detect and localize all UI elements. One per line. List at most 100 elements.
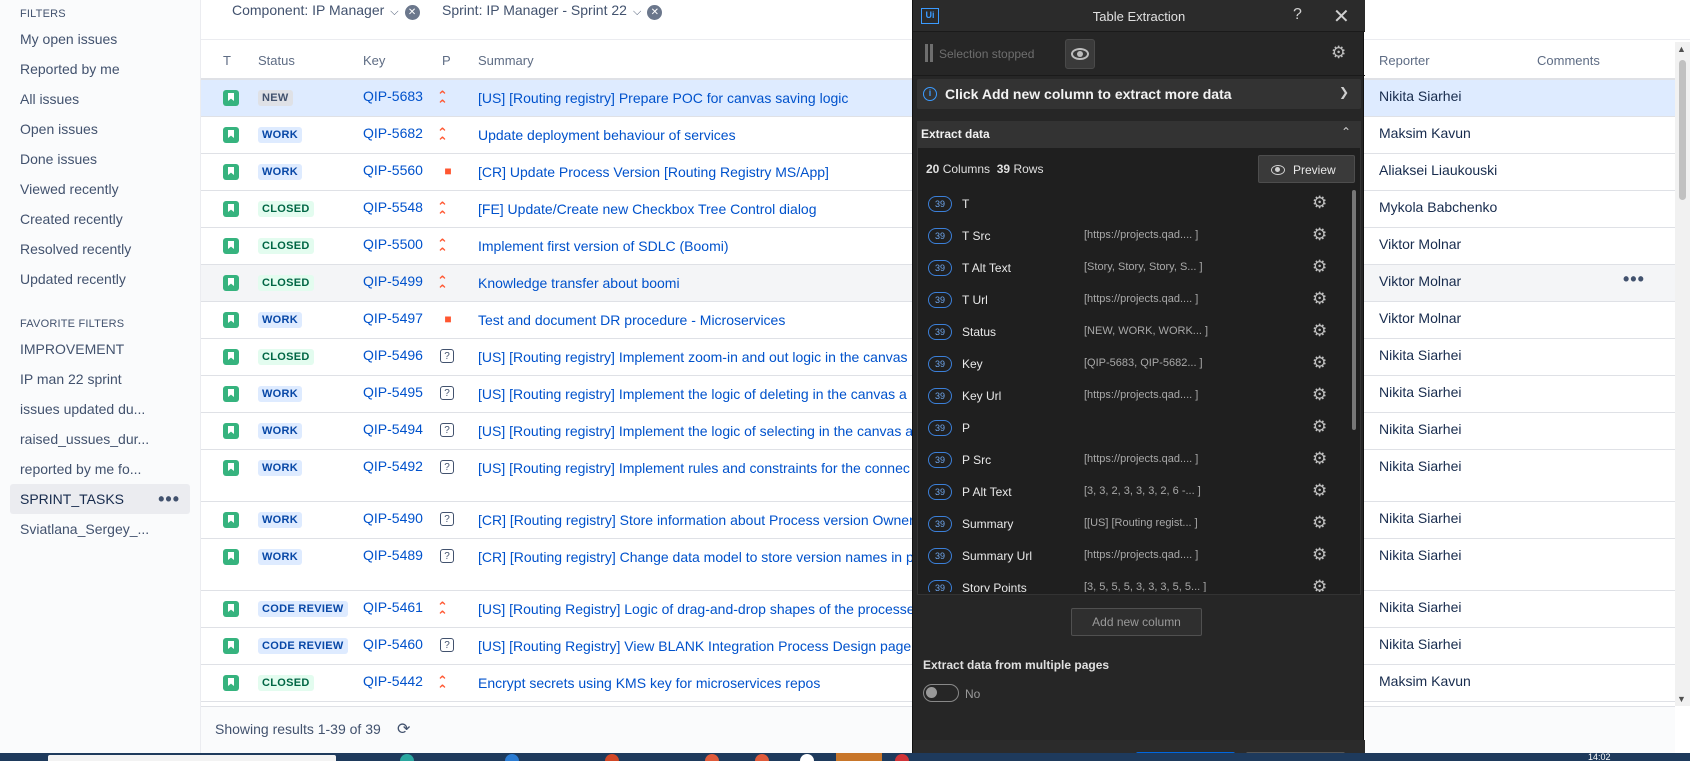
favorite-improvement[interactable]: IMPROVEMENT [10,334,190,364]
page-scrollbar[interactable]: ▲ ▼ [1675,42,1690,706]
issue-key-link[interactable]: QIP-5497 [363,310,423,326]
info-banner[interactable]: i Click Add new column to extract more d… [917,79,1361,109]
extracted-column-item[interactable]: 39 Summary Url [https://projects.qad.... ]… [918,540,1348,572]
column-header-key[interactable]: Key [363,53,385,68]
column-settings-gear-icon[interactable]: ⚙ [1312,449,1327,469]
favorite-sviatlana-sergey[interactable]: Sviatlana_Sergey_... [10,514,190,544]
extracted-column-item[interactable]: 39 P ⚙ [918,412,1348,444]
column-header-type[interactable]: T [223,53,231,68]
taskbar-search[interactable] [48,755,336,761]
add-new-column-button[interactable]: Add new column [1071,608,1202,636]
app-icon[interactable] [755,754,769,761]
columns-scrollbar-thumb[interactable] [1352,190,1356,430]
chevron-down-icon[interactable]: ❯ [1339,85,1349,99]
column-header-status[interactable]: Status [258,53,295,68]
issue-key-link[interactable]: QIP-5461 [363,599,423,615]
filter-reported-by-me[interactable]: Reported by me [10,54,190,84]
issue-key-link[interactable]: QIP-5683 [363,88,423,104]
extracted-column-item[interactable]: 39 T Alt Text [Story, Story, Story, S... ]… [918,252,1348,284]
highlight-toggle-button[interactable] [1065,39,1095,69]
column-preview-values: [NEW, WORK, WORK... ] [1084,325,1209,337]
active-app-icon[interactable] [836,753,882,761]
column-settings-gear-icon[interactable]: ⚙ [1312,385,1327,405]
issue-key-link[interactable]: QIP-5495 [363,384,423,400]
favorite-reported-by-me[interactable]: reported by me fo... [10,454,190,484]
filter-my-open-issues[interactable]: My open issues [10,24,190,54]
extracted-column-item[interactable]: 39 Summary [[US] [Routing regist... ] ⚙ [918,508,1348,540]
story-icon [223,423,239,439]
sprint-filter[interactable]: Sprint: IP Manager - Sprint 22 ⌵ ✕ [442,0,663,22]
column-settings-gear-icon[interactable]: ⚙ [1312,289,1327,309]
extracted-column-item[interactable]: 39 T Url [https://projects.qad.... ] ⚙ [918,284,1348,316]
favorite-sprint-tasks[interactable]: SPRINT_TASKS ••• [10,484,190,514]
extracted-column-item[interactable]: 39 Story Points [3, 5, 5, 5, 3, 3, 3, 5, 5… [918,572,1348,592]
issue-key-link[interactable]: QIP-5682 [363,125,423,141]
app-icon[interactable] [400,754,414,761]
extracted-column-item[interactable]: 39 T ⚙ [918,188,1348,220]
help-icon[interactable]: ? [1293,6,1302,24]
scroll-down-icon[interactable]: ▼ [1677,694,1686,704]
column-settings-gear-icon[interactable]: ⚙ [1312,545,1327,565]
issue-key-link[interactable]: QIP-5499 [363,273,423,289]
settings-gear-icon[interactable]: ⚙ [1331,43,1346,63]
extracted-column-item[interactable]: 39 P Alt Text [3, 3, 2, 3, 3, 3, 2, 6 -...… [918,476,1348,508]
column-settings-gear-icon[interactable]: ⚙ [1312,513,1327,533]
issue-key-link[interactable]: QIP-5489 [363,547,423,563]
extract-data-header[interactable]: Extract data ⌃ [917,121,1361,147]
column-settings-gear-icon[interactable]: ⚙ [1312,481,1327,501]
favorite-raised-issues[interactable]: raised_ussues_dur... [10,424,190,454]
app-icon[interactable] [505,754,519,761]
scroll-up-icon[interactable]: ▲ [1677,44,1686,54]
refresh-icon[interactable]: ⟳ [397,719,410,739]
issue-key-link[interactable]: QIP-5496 [363,347,423,363]
issue-key-link[interactable]: QIP-5442 [363,673,423,689]
scrollbar-thumb[interactable] [1679,60,1686,200]
extracted-column-item[interactable]: 39 Status [NEW, WORK, WORK... ] ⚙ [918,316,1348,348]
extracted-column-item[interactable]: 39 Key [QIP-5683, QIP-5682... ] ⚙ [918,348,1348,380]
issue-key-link[interactable]: QIP-5500 [363,236,423,252]
filter-updated-recently[interactable]: Updated recently [10,264,190,294]
issue-key-link[interactable]: QIP-5548 [363,199,423,215]
issue-key-link[interactable]: QIP-5490 [363,510,423,526]
column-settings-gear-icon[interactable]: ⚙ [1312,225,1327,245]
column-header-priority[interactable]: P [442,53,451,68]
close-icon[interactable]: ✕ [1333,4,1350,29]
app-icon[interactable] [605,754,619,761]
issue-key-link[interactable]: QIP-5560 [363,162,423,178]
column-settings-gear-icon[interactable]: ⚙ [1312,353,1327,373]
extracted-column-item[interactable]: 39 P Src [https://projects.qad.... ] ⚙ [918,444,1348,476]
issue-key-link[interactable]: QIP-5460 [363,636,423,652]
column-header-comments[interactable]: Comments [1537,53,1600,68]
column-header-reporter[interactable]: Reporter [1379,53,1430,68]
filter-all-issues[interactable]: All issues [10,84,190,114]
columns-scrollbar[interactable] [1351,190,1357,590]
app-icon[interactable] [705,754,719,761]
clear-filter-icon[interactable]: ✕ [404,5,420,20]
column-settings-gear-icon[interactable]: ⚙ [1312,577,1327,592]
chevron-up-icon[interactable]: ⌃ [1341,125,1351,139]
app-icon[interactable] [895,754,909,761]
favorite-issues-updated[interactable]: issues updated du... [10,394,190,424]
filter-viewed-recently[interactable]: Viewed recently [10,174,190,204]
extracted-column-item[interactable]: 39 Key Url [https://projects.qad.... ] ⚙ [918,380,1348,412]
filter-resolved-recently[interactable]: Resolved recently [10,234,190,264]
column-header-summary[interactable]: Summary [478,53,534,68]
column-settings-gear-icon[interactable]: ⚙ [1312,321,1327,341]
row-actions-icon[interactable]: ••• [1623,269,1645,290]
preview-button[interactable]: Preview [1258,155,1355,183]
column-settings-gear-icon[interactable]: ⚙ [1312,257,1327,277]
multi-page-toggle[interactable] [923,684,959,702]
extracted-column-item[interactable]: 39 T Src [https://projects.qad.... ] ⚙ [918,220,1348,252]
clear-filter-icon[interactable]: ✕ [647,5,663,20]
column-settings-gear-icon[interactable]: ⚙ [1312,193,1327,213]
more-actions-icon[interactable]: ••• [158,484,180,514]
column-settings-gear-icon[interactable]: ⚙ [1312,417,1327,437]
filter-open-issues[interactable]: Open issues [10,114,190,144]
issue-key-link[interactable]: QIP-5492 [363,458,423,474]
component-filter[interactable]: Component: IP Manager ⌵ ✕ [232,0,420,22]
filter-created-recently[interactable]: Created recently [10,204,190,234]
app-icon[interactable] [800,754,814,761]
filter-done-issues[interactable]: Done issues [10,144,190,174]
issue-key-link[interactable]: QIP-5494 [363,421,423,437]
favorite-ip-man-22-sprint[interactable]: IP man 22 sprint [10,364,190,394]
